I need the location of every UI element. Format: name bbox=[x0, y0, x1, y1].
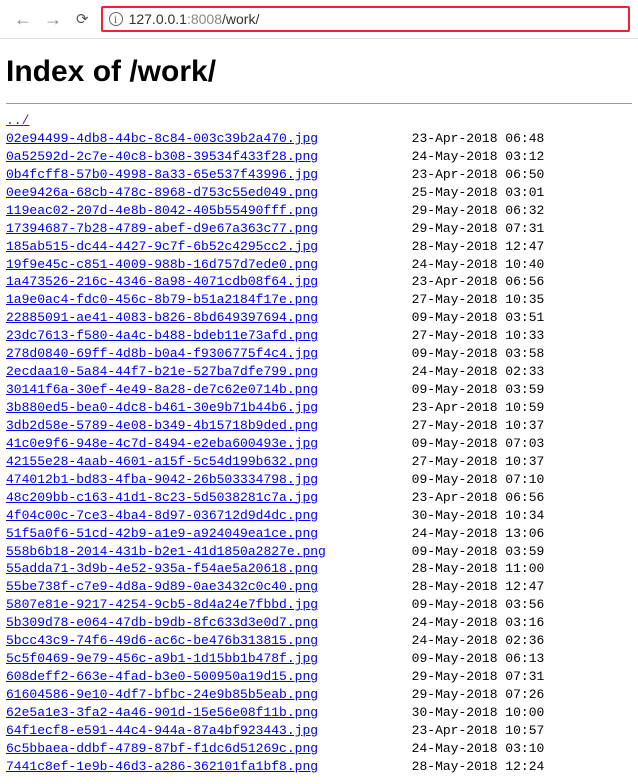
file-link[interactable]: 02e94499-4db8-44bc-8c84-003c39b2a470.jpg bbox=[6, 131, 318, 146]
page-content: Index of /work/ ../ 02e94499-4db8-44bc-8… bbox=[0, 39, 638, 784]
file-link[interactable]: 185ab515-dc44-4427-9c7f-6b52c4295cc2.jpg bbox=[6, 239, 318, 254]
file-link[interactable]: 17394687-7b28-4789-abef-d9e67a363c77.png bbox=[6, 221, 318, 236]
file-link[interactable]: 41c0e9f6-948e-4c7d-8494-e2eba600493e.jpg bbox=[6, 436, 318, 451]
file-link[interactable]: 64f1ecf8-e591-44c4-944a-87a4bf923443.jpg bbox=[6, 723, 318, 738]
file-link[interactable]: 3b880ed5-bea0-4dc8-b461-30e9b71b44b6.jpg bbox=[6, 400, 318, 415]
file-link[interactable]: 0ee9426a-68cb-478c-8968-d753c55ed049.png bbox=[6, 185, 318, 200]
file-link[interactable]: 5bcc43c9-74f6-49d6-ac6c-be476b313815.png bbox=[6, 633, 318, 648]
directory-listing: ../ 02e94499-4db8-44bc-8c84-003c39b2a470… bbox=[6, 112, 632, 776]
file-link[interactable]: 42155e28-4aab-4601-a15f-5c54d199b632.png bbox=[6, 454, 318, 469]
file-link[interactable]: 7441c8ef-1e9b-46d3-a286-362101fa1bf8.png bbox=[6, 759, 318, 774]
file-link[interactable]: 23dc7613-f580-4a4c-b488-bdeb11e73afd.png bbox=[6, 328, 318, 343]
file-link[interactable]: 6c5bbaea-ddbf-4789-87bf-f1dc6d51269c.png bbox=[6, 741, 318, 756]
back-button[interactable]: ← bbox=[8, 9, 38, 30]
url-host: 127.0.0.1 bbox=[129, 11, 187, 27]
file-link[interactable]: 30141f6a-30ef-4e49-8a28-de7c62e0714b.png bbox=[6, 382, 318, 397]
address-bar[interactable]: i 127.0.0.1:8008/work/ bbox=[101, 6, 630, 32]
url-port: :8008 bbox=[187, 11, 222, 27]
divider bbox=[6, 103, 632, 104]
file-link[interactable]: 5807e81e-9217-4254-9cb5-8d4a24e7fbbd.jpg bbox=[6, 597, 318, 612]
file-link[interactable]: 608deff2-663e-4fad-b3e0-500950a19d15.png bbox=[6, 669, 318, 684]
page-title: Index of /work/ bbox=[6, 55, 632, 89]
file-link[interactable]: 474012b1-bd83-4fba-9042-26b503334798.jpg bbox=[6, 472, 318, 487]
file-link[interactable]: 5b309d78-e064-47db-b9db-8fc633d3e0d7.png bbox=[6, 615, 318, 630]
file-link[interactable]: 55adda71-3d9b-4e52-935a-f54ae5a20618.png bbox=[6, 561, 318, 576]
file-link[interactable]: 48c209bb-c163-41d1-8c23-5d5038281c7a.jpg bbox=[6, 490, 318, 505]
file-link[interactable]: 278d0840-69ff-4d8b-b0a4-f9306775f4c4.jpg bbox=[6, 346, 318, 361]
file-link[interactable]: 119eac02-207d-4e8b-8042-405b55490fff.png bbox=[6, 203, 318, 218]
file-link[interactable]: 558b6b18-2014-431b-b2e1-41d1850a2827e.pn… bbox=[6, 544, 326, 559]
file-link[interactable]: 1a9e0ac4-fdc0-456c-8b79-b51a2184f17e.png bbox=[6, 292, 318, 307]
file-link[interactable]: 1a473526-216c-4346-8a98-4071cdb08f64.jpg bbox=[6, 274, 318, 289]
file-link[interactable]: 3db2d58e-5789-4e08-b349-4b15718b9ded.png bbox=[6, 418, 318, 433]
url-path: /work/ bbox=[222, 11, 259, 27]
info-icon[interactable]: i bbox=[109, 12, 123, 26]
forward-button[interactable]: → bbox=[38, 9, 68, 30]
file-link[interactable]: 62e5a1e3-3fa2-4a46-901d-15e56e08f11b.png bbox=[6, 705, 318, 720]
reload-button[interactable]: ⟳ bbox=[68, 10, 97, 28]
parent-dir-link[interactable]: ../ bbox=[6, 113, 29, 128]
file-link[interactable]: 0a52592d-2c7e-40c8-b308-39534f433f28.png bbox=[6, 149, 318, 164]
file-link[interactable]: 19f9e45c-c851-4009-988b-16d757d7ede0.png bbox=[6, 257, 318, 272]
file-link[interactable]: 61604586-9e10-4df7-bfbc-24e9b85b5eab.png bbox=[6, 687, 318, 702]
file-link[interactable]: 0b4fcff8-57b0-4998-8a33-65e537f43996.jpg bbox=[6, 167, 318, 182]
file-link[interactable]: 4f04c00c-7ce3-4ba4-8d97-036712d9d4dc.png bbox=[6, 508, 318, 523]
file-link[interactable]: 55be738f-c7e9-4d8a-9d89-0ae3432c0c40.png bbox=[6, 579, 318, 594]
browser-toolbar: ← → ⟳ i 127.0.0.1:8008/work/ bbox=[0, 0, 638, 39]
file-link[interactable]: 22885091-ae41-4083-b826-8bd649397694.png bbox=[6, 310, 318, 325]
file-link[interactable]: 2ecdaa10-5a84-44f7-b21e-527ba7dfe799.png bbox=[6, 364, 318, 379]
file-link[interactable]: 51f5a0f6-51cd-42b9-a1e9-a924049ea1ce.png bbox=[6, 526, 318, 541]
file-link[interactable]: 5c5f0469-9e79-456c-a9b1-1d15bb1b478f.jpg bbox=[6, 651, 318, 666]
